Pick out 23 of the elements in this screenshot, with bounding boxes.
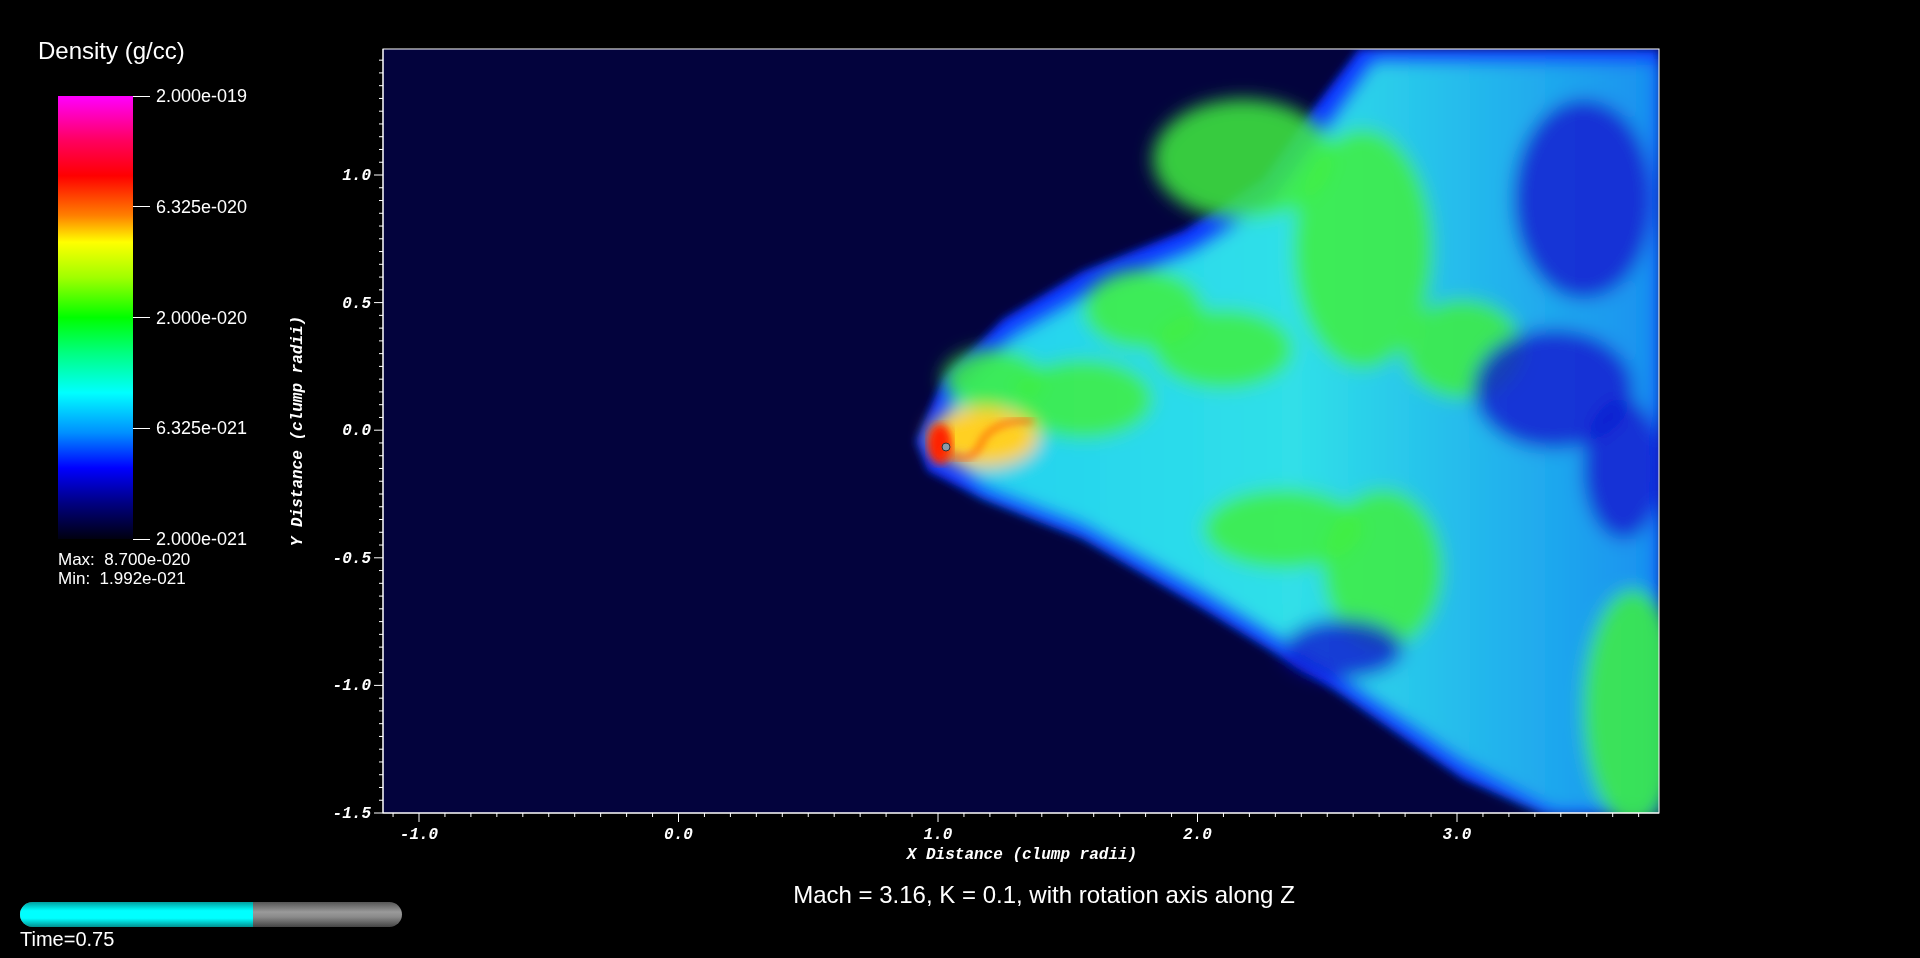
y-tick-label: -0.5 [332,549,371,568]
x-tick-label: 1.0 [923,826,953,844]
legend-title: Density (g/cc) [38,37,185,65]
y-tick-label: 0.5 [342,294,371,313]
x-tick-label: 2.0 [1183,826,1212,844]
scale-label: 2.000e-019 [156,85,248,107]
y-axis-title: Y Distance (clump radii) [289,315,307,547]
max-value-label: Max: 8.700e-020 [58,550,191,569]
x-tick-label: -1.0 [399,826,439,844]
scale-label: 2.000e-020 [156,306,248,329]
scale-label: 2.000e-021 [156,528,248,550]
y-tick-label: 0.0 [342,422,371,441]
y-tick-label: -1.0 [332,677,371,696]
min-value-label: Min: 1.992e-021 [58,569,186,588]
y-tick-label: -1.5 [332,805,371,823]
y-tick-label: 1.0 [342,167,371,185]
x-tick-label: 3.0 [1442,826,1472,844]
scale-label: 6.325e-020 [156,195,248,218]
x-tick-label: 0.0 [664,826,693,844]
plot-caption: Mach = 3.16, K = 0.1, with rotation axis along Z [793,881,1295,909]
x-axis-title: X Distance (clump radii) [906,846,1138,864]
scale-label: 6.325e-021 [156,417,248,440]
time-label: Time=0.75 [20,928,115,950]
